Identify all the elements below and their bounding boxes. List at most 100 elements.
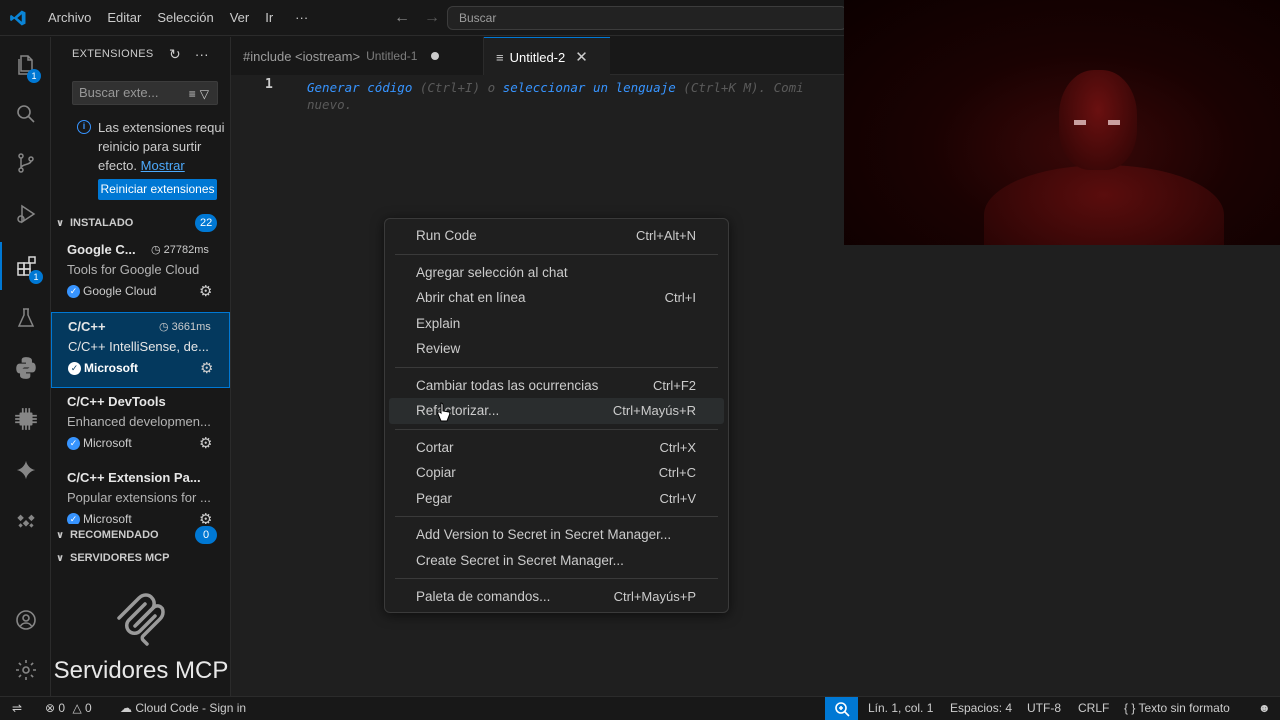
status-bar: ⇌ ⊗ 0 △ 0 ☁ Cloud Code - Sign in Lín. 1,… (0, 696, 1280, 720)
menu-item-add-version-to-secret-in-secret-manager[interactable]: Add Version to Secret in Secret Manager.… (389, 522, 724, 548)
menu-item-label: Abrir chat en línea (416, 290, 526, 306)
extension-item-cpp-devtools[interactable]: C/C++ DevTools Enhanced developmen... ✓ M… (51, 388, 230, 464)
restart-notice: i Las extensiones requi reinicio para su… (77, 118, 230, 175)
more-actions-icon[interactable]: ··· (195, 46, 209, 63)
menu-item-paleta-de-comandos[interactable]: Paleta de comandos... Ctrl+Mayús+P (389, 584, 724, 610)
extension-item-cpp-pack[interactable]: C/C++ Extension Pa... Popular extensions… (51, 464, 230, 524)
editor-hint: Generar código (Ctrl+I) o seleccionar un… (307, 77, 847, 98)
menu-item-label: Agregar selección al chat (416, 264, 568, 280)
generate-code-link[interactable]: Generar código (307, 80, 412, 95)
extension-description: C/C++ IntelliSense, de... (68, 339, 209, 354)
glasses-reflection (1074, 120, 1120, 125)
context-menu: Run Code Ctrl+Alt+N Agregar selección al c… (384, 218, 729, 613)
remote-icon[interactable]: ⇌ (12, 697, 22, 720)
extension-gear-icon[interactable]: ⚙ (199, 434, 212, 452)
explorer-badge: 1 (27, 69, 41, 83)
accounts-icon[interactable] (0, 596, 51, 644)
source-control-icon[interactable] (0, 139, 51, 187)
extension-description: Tools for Google Cloud (67, 262, 200, 277)
menu-item-pegar[interactable]: Pegar Ctrl+V (389, 486, 724, 512)
extension-gear-icon[interactable]: ⚙ (200, 359, 213, 377)
menu-item-label: Cortar (416, 439, 454, 455)
back-arrow-icon[interactable]: ← (394, 9, 410, 27)
menu-item-cortar[interactable]: Cortar Ctrl+X (389, 435, 724, 461)
tab-untitled-2[interactable]: ≡ Untitled-2 ✕ (484, 37, 610, 76)
webcam-overlay (844, 0, 1280, 245)
section-recommended-label: RECOMENDADO (70, 529, 159, 541)
menu-archivo[interactable]: Archivo (40, 0, 99, 36)
tab-description: Untitled-1 (366, 49, 418, 63)
close-tab-icon[interactable]: ✕ (575, 48, 588, 66)
menu-item-review[interactable]: Review (389, 336, 724, 362)
clear-filter-icon[interactable]: ≡ (189, 87, 200, 101)
menu-item-create-secret-in-secret-manager[interactable]: Create Secret in Secret Manager... (389, 548, 724, 574)
cloud-code-icon[interactable] (0, 496, 51, 544)
extensions-sidebar: EXTENSIONES ↻ ··· Buscar exte... ≡▽ i La… (51, 37, 231, 696)
extensions-icon[interactable]: 1 (0, 242, 51, 290)
refresh-icon[interactable]: ↻ (169, 46, 181, 63)
menu-item-copiar[interactable]: Copiar Ctrl+C (389, 460, 724, 486)
extension-gear-icon[interactable]: ⚙ (199, 282, 212, 300)
history-icon: ◷ (151, 244, 164, 256)
menu-more-button[interactable]: ··· (287, 0, 316, 36)
mouse-pointer-icon (437, 402, 451, 425)
menu-item-label: Create Secret in Secret Manager... (416, 552, 624, 568)
menu-item-label: Add Version to Secret in Secret Manager.… (416, 527, 672, 543)
forward-arrow-icon[interactable]: → (424, 9, 440, 27)
menu-item-cambiar-todas-las-ocurrencias[interactable]: Cambiar todas las ocurrencias Ctrl+F2 (389, 373, 724, 399)
extension-gear-icon[interactable]: ⚙ (199, 510, 212, 524)
section-mcp-servers[interactable]: ∨ SERVIDORES MCP (51, 547, 230, 569)
tab-label: Untitled-2 (509, 49, 566, 65)
section-mcp-label: SERVIDORES MCP (70, 552, 170, 564)
filter-icon[interactable]: ▽ (200, 87, 213, 101)
problems-indicator[interactable]: ⊗ 0 △ 0 (45, 697, 92, 720)
search-icon[interactable] (0, 90, 51, 138)
section-recommended[interactable]: ∨ RECOMENDADO 0 (51, 524, 230, 546)
indentation[interactable]: Espacios: 4 (950, 697, 1012, 720)
extension-publisher: ✓ Google Cloud (67, 284, 156, 298)
zoom-icon[interactable] (825, 697, 858, 720)
cloud-code-status[interactable]: ☁ Cloud Code - Sign in (120, 697, 246, 720)
verified-icon: ✓ (68, 361, 81, 375)
extensions-search-input[interactable]: Buscar exte... ≡▽ (72, 81, 218, 105)
extensions-badge: 1 (29, 270, 43, 284)
select-language-link[interactable]: seleccionar un lenguaje (503, 80, 676, 95)
menu-ir[interactable]: Ir (257, 0, 281, 36)
command-center-search[interactable]: Buscar (447, 6, 847, 30)
language-mode[interactable]: { } Texto sin formato (1124, 697, 1230, 720)
feedback-icon[interactable]: ☻ (1258, 697, 1271, 720)
cloud-icon: ☁ (120, 701, 132, 715)
encoding[interactable]: UTF-8 (1027, 697, 1061, 720)
restart-extensions-button[interactable]: Reiniciar extensiones (98, 179, 217, 200)
menu-separator (395, 428, 718, 430)
activation-time: ◷ 3661ms (159, 321, 211, 333)
run-debug-icon[interactable] (0, 190, 51, 238)
menu-ver[interactable]: Ver (222, 0, 258, 36)
extension-item-cpp[interactable]: C/C++ ◷ 3661ms C/C++ IntelliSense, de...… (51, 312, 230, 388)
menu-item-explain[interactable]: Explain (389, 311, 724, 337)
extension-item-google-cloud[interactable]: Google C... ◷ 27782ms Tools for Google C… (51, 236, 230, 312)
testing-flask-icon[interactable] (0, 294, 51, 342)
menu-item-shortcut: Ctrl+V (659, 490, 696, 506)
extension-name: Google C... (67, 242, 136, 257)
show-link[interactable]: Mostrar (141, 158, 185, 173)
menu-item-agregar-selección-al-chat[interactable]: Agregar selección al chat (389, 260, 724, 286)
explorer-icon[interactable]: 1 (0, 41, 51, 89)
section-installed[interactable]: ∨ INSTALADO 22 (51, 212, 230, 234)
manage-gear-icon[interactable] (0, 646, 51, 694)
extension-name: C/C++ DevTools (67, 394, 166, 409)
menu-editar[interactable]: Editar (99, 0, 149, 36)
python-icon[interactable] (0, 344, 51, 392)
end-of-line[interactable]: CRLF (1078, 697, 1109, 720)
extension-description: Enhanced developmen... (67, 414, 211, 429)
menu-item-abrir-chat-en-línea[interactable]: Abrir chat en línea Ctrl+I (389, 285, 724, 311)
mcp-servers-title: Servidores MCP (53, 657, 229, 684)
cursor-position[interactable]: Lín. 1, col. 1 (868, 697, 933, 720)
menu-item-run-code[interactable]: Run Code Ctrl+Alt+N (389, 223, 724, 249)
text-file-icon: ≡ (496, 49, 504, 65)
menu-seleccion[interactable]: Selección (149, 0, 221, 36)
tab-untitled-1[interactable]: #include <iostream> Untitled-1 (231, 37, 484, 75)
chip-icon[interactable] (0, 395, 51, 443)
unsaved-dot-icon[interactable] (431, 52, 440, 60)
gemini-sparkle-icon[interactable] (0, 446, 51, 494)
